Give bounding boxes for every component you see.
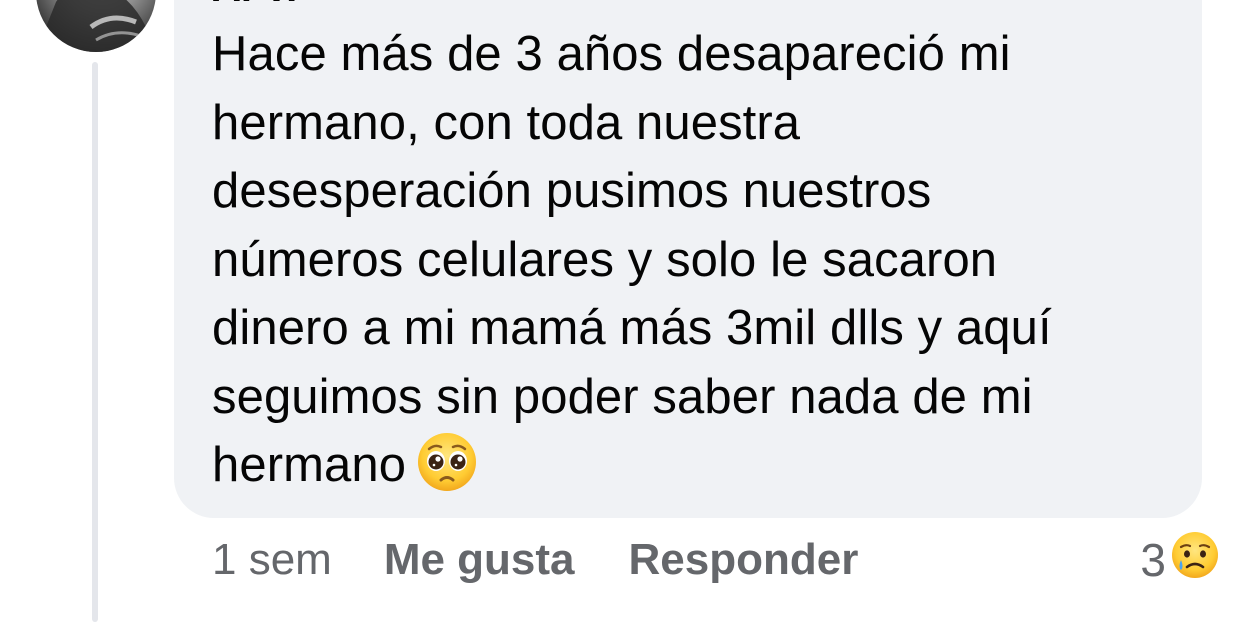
comment-text: Hace más de 3 años desapareció mi hermano…	[212, 20, 1192, 512]
avatar-photo	[36, 0, 156, 52]
comment-line: números celulares y solo le sacaron	[212, 232, 998, 287]
comment-line: hermano	[212, 438, 407, 492]
comment-line: desesperación pusimos nuestros	[212, 164, 932, 218]
avatar[interactable]	[36, 0, 156, 52]
thread-line	[92, 62, 98, 622]
comment-line: hermano, con toda nuestra	[212, 95, 801, 150]
reaction-count: 3	[1140, 534, 1166, 586]
comment-line: dinero a mi mamá más 3mil dlls y aquí	[212, 301, 1052, 355]
pleading-face-emoji	[416, 431, 478, 512]
comment-author-name[interactable]: A. V.	[212, 0, 297, 8]
sad-crying-face-icon	[1170, 530, 1220, 591]
comment-line: seguimos sin poder saber nada de mi	[212, 369, 1033, 424]
like-button[interactable]: Me gusta	[384, 535, 575, 585]
reply-button[interactable]: Responder	[629, 535, 859, 585]
comment-line: Hace más de 3 años desapareció mi	[212, 27, 1011, 81]
comment-timestamp[interactable]: 1 sem	[212, 535, 332, 585]
comment-actions: 1 sem Me gusta Responder	[212, 530, 912, 590]
reaction-summary[interactable]: 3	[1140, 530, 1220, 590]
